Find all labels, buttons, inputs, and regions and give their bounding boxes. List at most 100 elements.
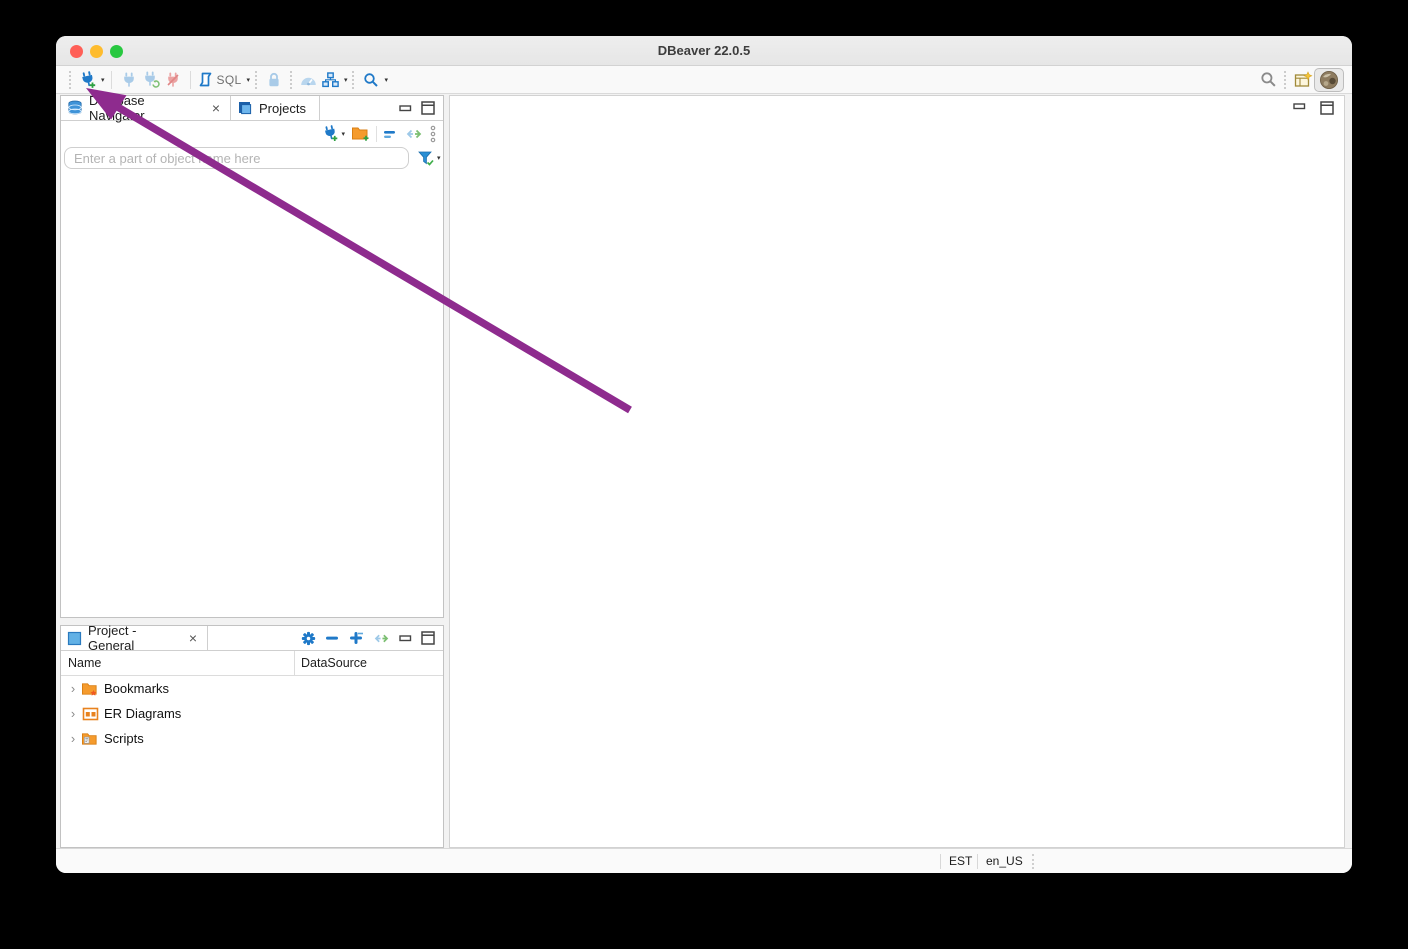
toolbar-separator — [189, 70, 191, 89]
plug-icon — [121, 72, 137, 88]
search-dropdown[interactable]: ▾ — [384, 76, 388, 84]
minimize-panel-icon[interactable] — [1293, 101, 1306, 115]
transaction-dropdown[interactable]: ▾ — [344, 76, 348, 84]
quick-search-button[interactable] — [1258, 69, 1278, 91]
reconnect-button[interactable] — [141, 69, 161, 91]
create-folder-button[interactable] — [351, 125, 370, 142]
object-search-input[interactable] — [64, 147, 409, 169]
tab-projects[interactable]: Projects — [231, 95, 320, 121]
toolbar-separator — [110, 70, 112, 89]
column-divider[interactable] — [294, 651, 295, 675]
dbeaver-window: DBeaver 22.0.5 ▾ SQL ▾ ▾ ▾ Database Navi… — [56, 36, 1352, 873]
project-icon — [67, 631, 82, 646]
status-drag-handle — [1032, 854, 1035, 869]
navigator-tabbar: Database Navigator × Projects — [61, 93, 443, 123]
project-tabbar: Project - General × — [61, 623, 443, 653]
link-with-editor-button[interactable] — [405, 127, 423, 141]
sql-label: SQL — [216, 72, 242, 87]
bookmarks-folder-icon — [80, 681, 100, 697]
row-label: Bookmarks — [104, 681, 170, 696]
connect-button[interactable] — [119, 69, 139, 91]
maximize-panel-icon[interactable] — [421, 631, 435, 645]
beaver-avatar-icon — [1319, 70, 1339, 90]
dbeaver-perspective-button[interactable] — [1314, 67, 1344, 92]
separator — [940, 854, 941, 869]
scripts-folder-icon — [80, 731, 100, 747]
gauge-icon — [299, 72, 318, 88]
plug-disconnect-icon — [165, 72, 181, 88]
navigator-search-row: ▾ — [61, 145, 443, 171]
close-icon[interactable]: × — [187, 631, 199, 645]
link-with-editor-button[interactable] — [373, 632, 390, 645]
network-diagram-icon — [322, 71, 340, 88]
toolbar-right — [1257, 67, 1344, 92]
database-navigator-panel: Database Navigator × Projects ▾ Enter a … — [60, 93, 444, 618]
perspective-icon — [1294, 70, 1313, 89]
view-menu-button[interactable] — [429, 125, 437, 143]
minimize-panel-icon[interactable] — [399, 103, 412, 113]
titlebar: DBeaver 22.0.5 — [56, 36, 1352, 66]
expand-all-button[interactable] — [349, 631, 364, 645]
separator — [977, 854, 978, 869]
project-table-header[interactable]: Name DataSource — [61, 651, 443, 676]
open-sql-editor-button[interactable]: SQL — [198, 69, 244, 91]
close-icon[interactable]: × — [210, 101, 222, 115]
navigator-toolbar: ▾ — [61, 121, 443, 145]
dashboard-button[interactable] — [299, 69, 319, 91]
open-perspective-button[interactable] — [1293, 69, 1313, 91]
settings-gear-button[interactable] — [301, 631, 316, 646]
dropdown-icon: ▾ — [341, 130, 345, 138]
tab-label: Database Navigator — [89, 93, 145, 123]
chevron-right-icon[interactable]: › — [66, 706, 80, 721]
toolbar-separator-dotted — [1284, 70, 1287, 89]
table-row-bookmarks[interactable]: › Bookmarks — [61, 676, 443, 701]
toolbar-drag-handle — [69, 70, 72, 89]
row-label: ER Diagrams — [104, 706, 182, 721]
editor-controls — [1293, 101, 1334, 115]
navigator-panel-controls — [399, 101, 443, 115]
column-header-name[interactable]: Name — [68, 656, 101, 670]
locale-indicator[interactable]: en_US — [986, 854, 1023, 868]
maximize-panel-icon[interactable] — [1320, 101, 1334, 115]
minimize-panel-icon[interactable] — [399, 633, 412, 643]
disconnect-button[interactable] — [163, 69, 183, 91]
table-row-er-diagrams[interactable]: › ER Diagrams — [61, 701, 443, 726]
table-row-scripts[interactable]: › Scripts — [61, 726, 443, 751]
tab-project-general[interactable]: Project - General × — [61, 623, 208, 653]
transaction-mode-button[interactable] — [321, 69, 341, 91]
project-general-panel: Project - General × Name DataSource › Bo… — [60, 623, 444, 848]
main-toolbar: ▾ SQL ▾ ▾ ▾ — [56, 66, 1352, 94]
maximize-panel-icon[interactable] — [421, 101, 435, 115]
er-diagrams-icon — [80, 706, 100, 722]
projects-icon — [237, 100, 253, 116]
dropdown-icon: ▾ — [437, 155, 441, 162]
lock-icon — [266, 72, 282, 88]
tab-label: Projects — [259, 100, 306, 116]
status-bar: EST en_US — [56, 848, 1352, 873]
tab-database-navigator[interactable]: Database Navigator × — [61, 93, 231, 123]
sql-editor-dropdown[interactable]: ▾ — [246, 76, 250, 84]
collapse-all-button[interactable] — [383, 127, 399, 141]
toolbar-separator-dotted — [289, 70, 293, 89]
chevron-right-icon[interactable]: › — [66, 681, 80, 696]
plug-plus-icon — [79, 70, 97, 89]
editor-area[interactable] — [449, 95, 1345, 848]
toolbar-separator-dotted — [352, 70, 355, 89]
database-icon — [67, 100, 83, 116]
row-label: Scripts — [104, 731, 144, 746]
project-panel-controls — [301, 631, 443, 646]
collapse-all-button[interactable] — [325, 632, 340, 644]
security-manager-button[interactable] — [264, 69, 284, 91]
chevron-right-icon[interactable]: › — [66, 731, 80, 746]
project-table-body: › Bookmarks › ER Diagrams › Scripts — [61, 676, 443, 847]
navigator-tree[interactable] — [61, 171, 443, 617]
new-connection-small-button[interactable]: ▾ — [322, 125, 345, 142]
timezone-indicator[interactable]: EST — [949, 854, 972, 868]
toolbar-separator-dotted — [254, 70, 258, 89]
filter-settings-button[interactable]: ▾ — [417, 150, 441, 167]
search-button[interactable] — [361, 69, 381, 91]
tab-label: Project - General — [88, 623, 137, 653]
column-header-datasource[interactable]: DataSource — [301, 656, 367, 670]
new-database-connection-button[interactable] — [78, 69, 98, 91]
new-connection-dropdown[interactable]: ▾ — [101, 76, 105, 84]
